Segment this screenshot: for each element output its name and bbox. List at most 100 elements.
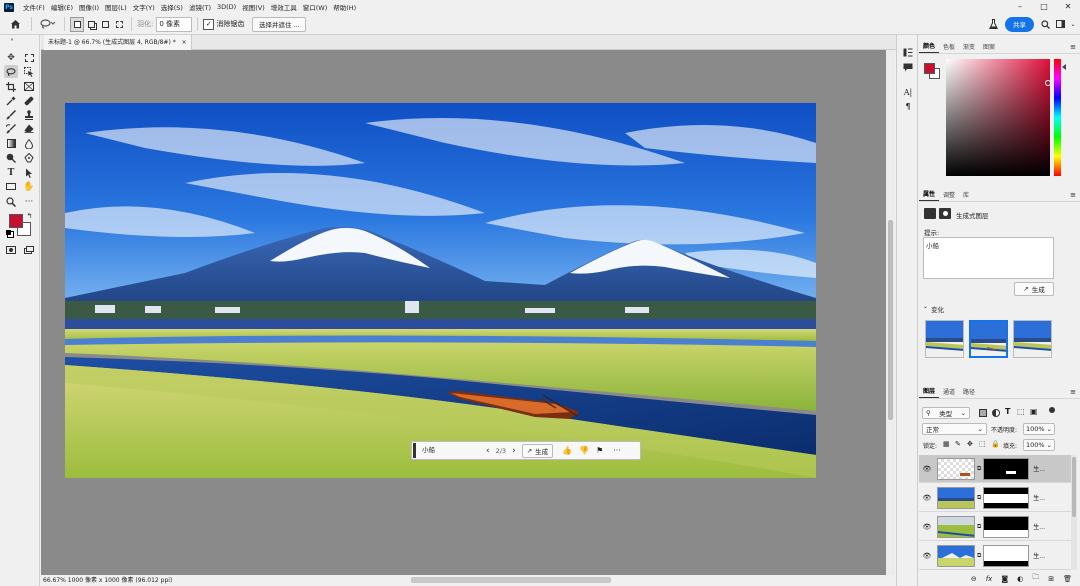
lock-position-icon[interactable]: ✥: [967, 440, 973, 448]
vertical-scroll-thumb[interactable]: [888, 220, 893, 420]
tab-color[interactable]: 颜色: [919, 41, 940, 53]
menu-3d[interactable]: 3D(D): [214, 3, 239, 11]
swap-colors-icon[interactable]: ↰: [25, 211, 34, 220]
frame-tool-icon[interactable]: [22, 80, 36, 93]
lasso-tool-preset-icon[interactable]: [37, 17, 59, 32]
share-button[interactable]: 共享: [1005, 16, 1034, 32]
subtract-selection-icon[interactable]: [98, 17, 112, 32]
variation-thumbnail[interactable]: [925, 320, 964, 358]
lock-transparent-icon[interactable]: ▦: [943, 440, 950, 448]
properties-generate-button[interactable]: ↗ 生成: [1014, 282, 1054, 296]
add-selection-icon[interactable]: [84, 17, 98, 32]
lock-image-icon[interactable]: ✎: [955, 440, 961, 448]
layers-scrollbar[interactable]: [1071, 455, 1077, 570]
horizontal-scroll-thumb[interactable]: [411, 577, 611, 583]
menu-filter[interactable]: 滤镜(T): [186, 2, 214, 12]
visibility-eye-icon[interactable]: 👁: [919, 465, 935, 473]
lock-artboard-icon[interactable]: ⬚: [979, 440, 986, 448]
tab-libraries[interactable]: 库: [959, 190, 973, 201]
layer-row[interactable]: 👁 ⧉ 生...: [919, 513, 1071, 541]
document-tab[interactable]: 未标题-1 @ 66.7% (生成式图层 4, RGB/8#) * ×: [44, 35, 192, 50]
tab-gradients[interactable]: 渐变: [959, 42, 979, 53]
blend-mode-dropdown[interactable]: 正常 ⌄: [922, 423, 987, 435]
menu-image[interactable]: 图像(I): [76, 2, 102, 12]
panel-menu-icon[interactable]: ≡: [1070, 43, 1076, 51]
variation-thumbnail-selected[interactable]: [969, 320, 1008, 358]
character-panel-icon[interactable]: A|: [901, 86, 915, 98]
pen-tool-icon[interactable]: [22, 151, 36, 164]
visibility-eye-icon[interactable]: 👁: [919, 494, 935, 502]
feather-input[interactable]: 0 像素: [156, 16, 193, 32]
panel-menu-icon[interactable]: ≡: [1070, 388, 1076, 396]
quick-mask-icon[interactable]: [4, 243, 18, 256]
layer-row-selected[interactable]: 👁 ⧉ 生...: [919, 455, 1071, 483]
layer-mask-thumbnail[interactable]: [983, 457, 1030, 480]
screen-mode-icon[interactable]: [22, 243, 36, 256]
comments-panel-icon[interactable]: [901, 61, 915, 73]
foreground-color-swatch[interactable]: [9, 214, 23, 228]
more-tools-icon[interactable]: ···: [22, 195, 36, 208]
menu-edit[interactable]: 编辑(E): [48, 2, 76, 12]
color-panel-foreground-swatch[interactable]: [924, 63, 935, 74]
clone-stamp-tool-icon[interactable]: [22, 108, 36, 121]
layer-mask-thumbnail[interactable]: [983, 486, 1030, 509]
healing-brush-tool-icon[interactable]: [22, 94, 36, 107]
delete-layer-icon[interactable]: 🗑: [1063, 575, 1072, 583]
filter-toggle-icon[interactable]: [1049, 407, 1055, 413]
home-icon[interactable]: [4, 17, 26, 32]
menu-file[interactable]: 文件(F): [20, 2, 48, 12]
blur-tool-icon[interactable]: [22, 137, 36, 150]
variation-thumbnail[interactable]: [1013, 320, 1052, 358]
prompt-input[interactable]: 小船: [420, 444, 480, 457]
hue-slider[interactable]: [1054, 59, 1061, 176]
menu-help[interactable]: 帮助(H): [330, 2, 359, 12]
close-tab-icon[interactable]: ×: [182, 39, 187, 46]
close-icon[interactable]: ✕: [1056, 0, 1080, 13]
flask-icon[interactable]: [987, 17, 999, 32]
layer-filter-dropdown[interactable]: ⚲ 类型 ⌄: [922, 407, 970, 419]
fill-input[interactable]: 100% ⌄: [1023, 439, 1055, 451]
filter-smart-object-icon[interactable]: ▣: [1030, 407, 1038, 416]
new-group-icon[interactable]: 🗀: [1032, 573, 1039, 584]
gradient-tool-icon[interactable]: [4, 137, 18, 150]
menu-view[interactable]: 视图(V): [239, 2, 268, 12]
type-tool-icon[interactable]: T: [4, 166, 18, 179]
color-picker-field[interactable]: [946, 59, 1051, 176]
tab-layers[interactable]: 图层: [919, 386, 940, 398]
layer-mask-thumbnail[interactable]: [983, 544, 1030, 567]
tab-paths[interactable]: 路径: [959, 387, 979, 398]
tab-swatches[interactable]: 色板: [939, 42, 959, 53]
history-panel-icon[interactable]: [901, 46, 915, 58]
filter-shape-icon[interactable]: ⬚: [1017, 407, 1025, 416]
default-colors-icon[interactable]: [5, 229, 12, 236]
thumbs-down-icon[interactable]: 👎: [579, 446, 589, 455]
toolbar-collapse-icon[interactable]: »: [5, 37, 19, 43]
workspace-icon[interactable]: [1054, 17, 1066, 32]
vertical-scrollbar[interactable]: [886, 50, 895, 575]
move-tool-icon[interactable]: ✥: [4, 51, 18, 64]
filter-pixel-icon[interactable]: [979, 409, 987, 417]
flag-icon[interactable]: ⚑: [596, 446, 603, 455]
tab-patterns[interactable]: 图案: [979, 42, 999, 53]
minimize-icon[interactable]: –: [1008, 0, 1032, 13]
layer-row[interactable]: 👁 ⧉ 生...: [919, 542, 1071, 570]
maximize-icon[interactable]: □: [1032, 0, 1056, 13]
menu-select[interactable]: 选择(S): [158, 2, 186, 12]
panel-menu-icon[interactable]: ≡: [1070, 191, 1076, 199]
color-picker-handle[interactable]: [1045, 80, 1051, 86]
new-selection-icon[interactable]: [70, 16, 84, 32]
filter-adjustment-icon[interactable]: [992, 409, 1000, 417]
more-options-icon[interactable]: ···: [613, 446, 621, 455]
select-and-mask-button[interactable]: 选择并遮住 ...: [252, 16, 307, 32]
layer-row[interactable]: 👁 ⧉ 生...: [919, 484, 1071, 512]
antialias-checkbox[interactable]: ✓: [203, 18, 215, 30]
variations-chevron-icon[interactable]: ⌄: [923, 303, 928, 310]
prompt-textarea[interactable]: 小船: [923, 237, 1054, 279]
workspace-dropdown-icon[interactable]: ⌄: [1068, 17, 1078, 32]
intersect-selection-icon[interactable]: [112, 17, 126, 32]
visibility-eye-icon[interactable]: 👁: [919, 523, 935, 531]
menu-type[interactable]: 文字(Y): [130, 2, 158, 12]
opacity-input[interactable]: 100% ⌄: [1023, 423, 1055, 435]
next-variation-icon[interactable]: ›: [512, 446, 516, 456]
layer-style-icon[interactable]: fx: [986, 575, 993, 583]
